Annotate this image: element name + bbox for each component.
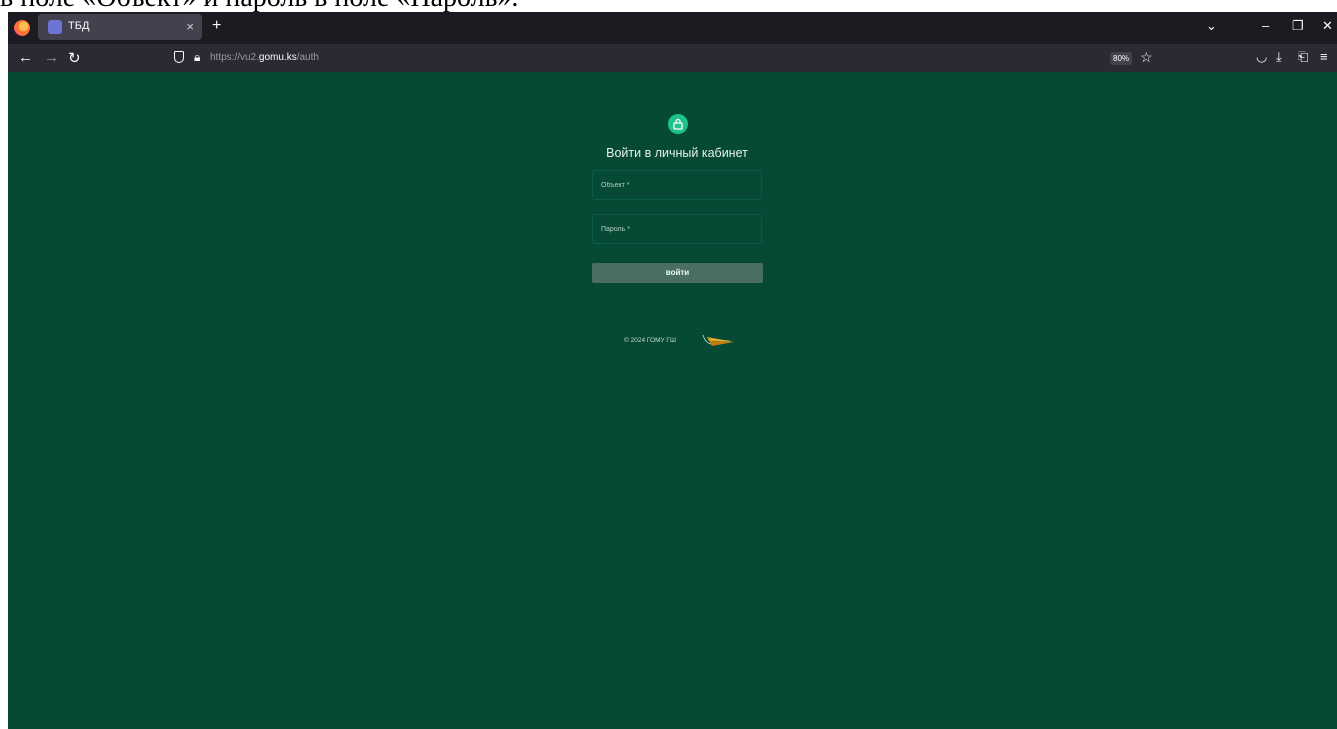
new-tab-button[interactable]: +	[212, 17, 221, 35]
tab-bar: ТБД × + ⌄ – ❐ ✕	[8, 12, 1337, 44]
document-caption: в поле «Объект» и пароль в поле «Пароль»…	[0, 0, 1337, 12]
extensions-icon[interactable]: ⎗	[1298, 49, 1308, 65]
tab-list-icon[interactable]: ⌄	[1206, 18, 1217, 34]
tab-title: ТБД	[68, 20, 90, 32]
firefox-logo-icon[interactable]	[14, 20, 30, 36]
object-input[interactable]	[593, 171, 761, 199]
reload-button[interactable]: ↻	[68, 49, 81, 67]
password-field[interactable]	[592, 214, 762, 244]
address-bar[interactable]: 🔒︎ https://vu2.gomu.ks/auth	[168, 47, 1168, 69]
back-button[interactable]: ←	[18, 49, 33, 66]
tab-favicon-icon	[48, 20, 62, 34]
browser-tab[interactable]: ТБД ×	[38, 14, 202, 40]
auth-page: Войти в личный кабинет войти © 2024 ГОМУ…	[8, 72, 1337, 729]
pocket-icon[interactable]: ◡	[1256, 49, 1267, 65]
browser-window: ТБД × + ⌄ – ❐ ✕ ← → ↻ 🔒︎ https://vu2.gom…	[8, 12, 1337, 729]
url-text[interactable]: https://vu2.gomu.ks/auth	[210, 52, 319, 63]
minimize-button[interactable]: –	[1262, 18, 1269, 33]
lock-icon[interactable]: 🔒︎	[194, 50, 200, 65]
object-field[interactable]	[592, 170, 762, 200]
download-icon[interactable]: ⤓	[1276, 49, 1282, 65]
password-input[interactable]	[593, 215, 761, 243]
close-window-button[interactable]: ✕	[1322, 18, 1333, 34]
bookmark-star-icon[interactable]: ☆	[1140, 49, 1153, 66]
organization-logo-icon	[702, 334, 734, 346]
tab-close-icon[interactable]: ×	[186, 19, 194, 34]
maximize-button[interactable]: ❐	[1292, 18, 1304, 34]
footer-copyright: © 2024 ГОМУ ГШ	[624, 337, 676, 344]
lock-badge-icon	[668, 114, 688, 134]
tracking-protection-icon[interactable]	[174, 51, 184, 63]
login-button[interactable]: войти	[592, 263, 763, 283]
forward-button[interactable]: →	[44, 49, 59, 66]
menu-icon[interactable]: ≡	[1320, 49, 1328, 64]
login-title: Войти в личный кабинет	[606, 146, 748, 160]
navigation-bar: ← → ↻ 🔒︎ https://vu2.gomu.ks/auth 80% ☆ …	[8, 44, 1337, 72]
footer: © 2024 ГОМУ ГШ	[620, 331, 740, 351]
zoom-level-badge[interactable]: 80%	[1110, 52, 1133, 65]
